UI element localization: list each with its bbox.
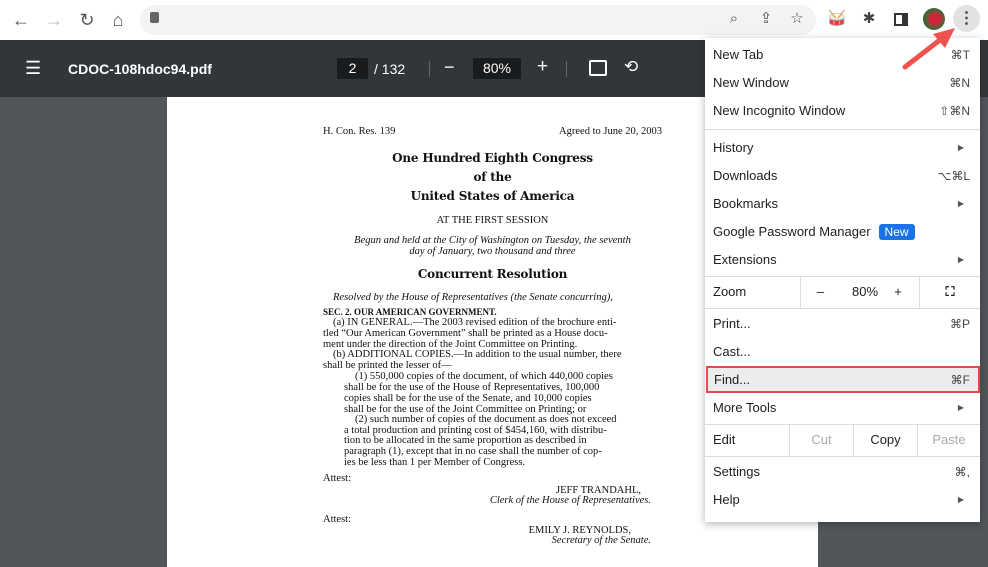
label: Extensions [713,252,777,267]
body-line: shall be printed the lesser of— [323,360,452,371]
label: Settings [713,464,760,479]
address-bar[interactable] [140,5,816,35]
label: New Tab [713,47,764,62]
drum-extension-icon[interactable]: 🥁 [826,8,848,30]
divider [705,308,980,309]
signatory-title: Clerk of the House of Representatives. [489,495,651,506]
body-line: (b) ADDITIONAL COPIES.—In addition to th… [333,349,622,360]
forward-icon[interactable]: → [42,8,66,32]
body-line: (1) 550,000 copies of the document, of w… [355,371,613,382]
label: Google Password Manager [713,224,871,239]
signatory-title: Secretary of the Senate. [551,535,651,546]
label: History [713,140,754,155]
fullscreen-icon[interactable]: ⛶ [919,276,980,308]
body-line: paragraph (1), except that in no case sh… [344,446,602,457]
menu-item-bookmarks[interactable]: Bookmarks ▶ [705,190,980,218]
submenu-arrow-icon: ▶ [957,199,964,208]
zoom-plus-button[interactable]: + [885,276,911,308]
zoom-input[interactable]: 80% [473,58,521,79]
menu-item-settings[interactable]: Settings ⌘, [705,458,980,486]
label: New Incognito Window [713,103,846,118]
label: Bookmarks [713,196,779,211]
label: Zoom [713,284,747,299]
shortcut: ⌘F [950,373,970,387]
new-badge: New [878,224,915,240]
cut-button[interactable]: Cut [789,424,853,456]
label: New Window [713,75,789,90]
attest-label: Attest: [323,473,351,484]
zoom-row: Zoom – 80% + ⛶ [705,276,980,308]
copy-button[interactable]: Copy [853,424,917,456]
body-line: copies shall be for the use of the Senat… [344,393,592,404]
doc-date: Agreed to June 20, 2003 [559,126,662,137]
home-icon[interactable]: ⌂ [106,8,130,32]
zoom-out-button[interactable]: − [444,57,455,78]
menu-icon[interactable]: ☰ [25,58,41,79]
zoom-value: 80% [851,284,879,299]
lock-icon[interactable] [150,12,159,23]
body-line: (2) such number of copies of the documen… [355,414,617,425]
menu-item-more-tools[interactable]: More Tools ▶ [705,394,980,422]
zoom-in-button[interactable]: + [537,56,548,78]
label: Cast... [713,344,751,359]
star-icon[interactable]: ☆ [786,8,808,30]
rotate-icon[interactable]: ⟲ [624,57,638,77]
body-line: (a) IN GENERAL.—The 2003 revised edition… [333,317,617,328]
menu-item-find[interactable]: Find... ⌘F [706,366,980,393]
page-total: / 132 [374,61,406,77]
menu-item-history[interactable]: History ▶ [705,134,980,162]
zoom-icon[interactable]: ⌕ [723,8,745,30]
pdf-filename: CDOC-108hdoc94.pdf [68,61,212,77]
menu-item-new-incognito[interactable]: New Incognito Window ⇧⌘N [705,97,980,125]
divider [705,456,980,457]
browser-toolbar: ← → ↻ ⌂ ⌕ ⇪ ☆ 🥁 ✱ ⋮ [0,0,988,40]
paste-button[interactable]: Paste [917,424,980,456]
shortcut: ⌘P [949,317,970,331]
back-icon[interactable]: ← [9,8,33,32]
shortcut: ⇧⌘N [939,104,970,118]
body-line: ies be less than 1 per Member of Congres… [344,457,526,468]
shortcut: ⌘, [954,465,970,479]
label: Find... [714,372,751,387]
attest-label: Attest: [323,514,351,525]
menu-item-cast[interactable]: Cast... [705,338,980,366]
menu-item-password-manager[interactable]: Google Password Manager New [705,218,980,246]
shortcut: ⌥⌘L [937,169,970,183]
body-line: tled “Our American Government” shall be … [323,328,608,339]
menu-item-help[interactable]: Help ▶ [705,486,980,514]
page-number-input[interactable]: 2 [337,58,368,79]
submenu-arrow-icon: ▶ [957,143,964,152]
menu-item-downloads[interactable]: Downloads ⌥⌘L [705,162,980,190]
extensions-icon[interactable]: ✱ [858,8,880,30]
annotation-arrow-icon [902,28,955,70]
submenu-arrow-icon: ▶ [957,495,964,504]
zoom-minus-button[interactable]: – [800,276,840,308]
body-line: tion to be allocated in the same proport… [344,435,587,446]
label: Print... [713,316,751,331]
label: More Tools [713,400,777,415]
menu-item-extensions[interactable]: Extensions ▶ [705,246,980,274]
label: Help [713,492,740,507]
resolved-clause: Resolved by the House of Representatives… [333,292,613,303]
fit-page-icon[interactable] [589,60,607,76]
section-heading: SEC. 2. OUR AMERICAN GOVERNMENT. [323,307,497,317]
menu-item-print[interactable]: Print... ⌘P [705,310,980,338]
submenu-arrow-icon: ▶ [957,403,964,412]
reload-icon[interactable]: ↻ [75,8,99,32]
body-line: shall be for the use of the House of Rep… [344,382,600,393]
share-icon[interactable]: ⇪ [755,8,777,30]
edit-row: Edit Cut Copy Paste [705,424,980,456]
chrome-menu: New Tab ⌘T New Window ⌘N New Incognito Win… [705,38,980,522]
label: Edit [713,432,736,447]
doc-number: H. Con. Res. 139 [323,126,396,137]
label: Downloads [713,168,778,183]
submenu-arrow-icon: ▶ [957,255,964,264]
divider [705,129,980,130]
